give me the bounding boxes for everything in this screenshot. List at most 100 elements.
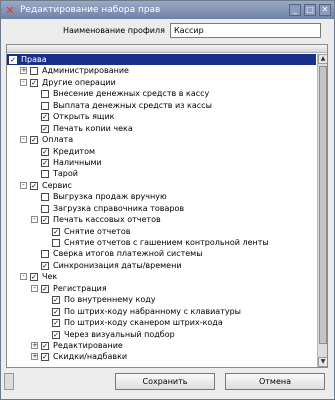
tree-item[interactable]: - ✓ Чек xyxy=(7,271,316,282)
tree-item-checkbox[interactable] xyxy=(41,90,49,99)
tree-item-checkbox[interactable]: ✓ xyxy=(30,78,38,87)
vertical-scrollbar[interactable]: ▲ ▼ xyxy=(317,54,327,367)
tree-header xyxy=(7,45,327,53)
tree-item-checkbox[interactable]: ✓ xyxy=(41,341,49,350)
tree-item[interactable]: - ✓ Оплата xyxy=(7,134,316,145)
tree-item-checkbox[interactable] xyxy=(52,239,60,247)
tree-item[interactable]: ✓ По штрих-коду набранному с клавиатуры xyxy=(7,306,316,317)
permissions-tree: ✓ Права + Администрирование - ✓ Другие операци… xyxy=(6,44,328,368)
tree-item-label: Редактирование xyxy=(53,340,123,350)
tree-item[interactable]: ✓ Снятие отчетов xyxy=(7,226,316,237)
tree-item[interactable]: - ✓ Сервис xyxy=(7,180,316,191)
tree-item-checkbox[interactable]: ✓ xyxy=(41,261,49,270)
tree-item-checkbox[interactable]: ✓ xyxy=(41,353,49,362)
tree-item[interactable]: + ✓ Редактирование xyxy=(7,340,316,351)
tree-item-label: По штрих-коду сканером штрих-кода xyxy=(64,318,223,328)
tree-item-label: Снятие отчетов xyxy=(64,226,131,236)
app-logo-icon[interactable]: ✕ xyxy=(4,4,16,17)
tree-item[interactable]: + ✓ Скидки/надбавки xyxy=(7,351,316,362)
tree-item-checkbox[interactable] xyxy=(41,170,49,179)
tree-item-checkbox[interactable] xyxy=(30,67,38,76)
tree-item[interactable]: - ✓ Регистрация xyxy=(7,283,316,294)
tree-item[interactable]: Снятие отчетов с гашением контрольной ле… xyxy=(7,237,316,248)
tree-item-label: Внесение денежных средств в кассу xyxy=(53,89,210,99)
collapse-icon[interactable]: - xyxy=(20,78,27,86)
tree-item-checkbox[interactable]: ✓ xyxy=(41,147,49,156)
tree-item[interactable]: ✓ Открыть ящик xyxy=(7,111,316,122)
profile-name-label: Наименование профиля xyxy=(63,26,165,35)
tree-item-checkbox[interactable]: ✓ xyxy=(41,158,49,167)
tree-item[interactable]: Тарой xyxy=(7,168,316,179)
tree-item-label: Синхронизация даты/времени xyxy=(53,260,182,270)
collapse-icon[interactable]: - xyxy=(20,273,27,281)
tree-item[interactable]: + Администрирование xyxy=(7,65,316,76)
title-bar[interactable]: ✕ Редактирование набора прав _ □ ✕ xyxy=(1,1,334,19)
tree-item-checkbox[interactable]: ✓ xyxy=(30,181,38,190)
tree-item-checkbox[interactable] xyxy=(41,204,49,213)
tree-item[interactable]: ✓ По внутреннему коду xyxy=(7,294,316,305)
tree-item-checkbox[interactable]: ✓ xyxy=(30,273,38,282)
collapse-icon[interactable]: - xyxy=(31,216,38,224)
tree-item-checkbox[interactable]: ✓ xyxy=(41,216,49,225)
profile-name-input[interactable] xyxy=(170,23,321,38)
tree-item-label: По внутреннему коду xyxy=(64,295,156,305)
tree-item[interactable]: Внесение денежных средств в кассу xyxy=(7,88,316,99)
tree-item[interactable]: ✓ Кредитом xyxy=(7,146,316,157)
tree-item-label: Через визуальный подбор xyxy=(64,329,175,339)
tree-item-checkbox[interactable] xyxy=(41,101,49,110)
tree-item[interactable]: Выгрузка продаж вручную xyxy=(7,191,316,202)
collapse-icon[interactable]: - xyxy=(20,136,27,144)
expand-icon[interactable]: + xyxy=(31,341,38,349)
dialog-window: ✕ Редактирование набора прав _ □ ✕ Наиме… xyxy=(0,0,335,400)
cancel-button[interactable]: Отмена xyxy=(225,373,325,390)
tree-item-checkbox[interactable]: ✓ xyxy=(41,124,49,133)
profile-row: Наименование профиля xyxy=(1,23,334,39)
tree-item-label: Сверка итогов платежной системы xyxy=(53,249,203,259)
tree-item-checkbox[interactable]: ✓ xyxy=(41,284,49,293)
tree-item[interactable]: ✓ Синхронизация даты/времени xyxy=(7,260,316,271)
tree-item[interactable]: ✓ Через визуальный подбор xyxy=(7,329,316,340)
tree-item-checkbox[interactable]: ✓ xyxy=(52,296,60,305)
tree-item-label: Регистрация xyxy=(53,283,107,293)
expand-icon[interactable]: + xyxy=(31,353,38,361)
tree-item-label: Оплата xyxy=(42,135,74,145)
tree-item-checkbox[interactable]: ✓ xyxy=(52,319,60,328)
minimize-icon[interactable]: _ xyxy=(289,4,301,16)
tree-item-label: Загрузка справочника товаров xyxy=(53,203,185,213)
maximize-icon[interactable]: □ xyxy=(304,4,316,16)
tree-item-checkbox[interactable]: ✓ xyxy=(30,136,38,145)
tree-item-checkbox[interactable]: ✓ xyxy=(52,307,60,316)
tree-item[interactable]: ✓ Права xyxy=(7,54,316,66)
tree-item[interactable]: ✓ Печать копии чека xyxy=(7,123,316,134)
tree-item-checkbox[interactable]: ✓ xyxy=(41,113,49,122)
tree-item-label: Выплата денежных средств из кассы xyxy=(53,100,212,110)
tree-item-checkbox[interactable] xyxy=(41,250,49,259)
tree-item-checkbox[interactable]: ✓ xyxy=(52,227,60,236)
arrow-down-icon[interactable]: ▼ xyxy=(318,357,327,367)
expand-icon[interactable]: + xyxy=(20,67,27,75)
arrow-up-icon[interactable]: ▲ xyxy=(318,54,327,64)
tree-item-label: Тарой xyxy=(53,169,78,179)
tree-item[interactable]: Выплата денежных средств из кассы xyxy=(7,100,316,111)
tree-item-checkbox[interactable] xyxy=(41,193,49,202)
tree-item-label: Скидки/надбавки xyxy=(53,352,128,362)
tree-item-checkbox[interactable]: ✓ xyxy=(9,56,17,64)
collapse-icon[interactable]: - xyxy=(20,181,27,189)
tree-item-label: Администрирование xyxy=(42,66,129,76)
tree-item[interactable]: ✓ По штрих-коду сканером штрих-кода xyxy=(7,317,316,328)
tree-item[interactable]: Загрузка справочника товаров xyxy=(7,203,316,214)
tree-item-checkbox[interactable]: ✓ xyxy=(52,330,60,339)
tree-item-label: Сервис xyxy=(42,180,72,190)
scrollbar-thumb[interactable] xyxy=(319,66,327,344)
tree-item[interactable]: - ✓ Другие операции xyxy=(7,77,316,88)
tree-item[interactable]: Сверка итогов платежной системы xyxy=(7,248,316,259)
tree-item-label: Снятие отчетов с гашением контрольной ле… xyxy=(64,238,269,247)
collapse-icon[interactable]: - xyxy=(31,284,38,292)
resize-grip xyxy=(4,373,14,390)
tree-item-label: Выгрузка продаж вручную xyxy=(53,192,167,202)
tree-item[interactable]: ✓ Наличными xyxy=(7,157,316,168)
tree-item[interactable]: - ✓ Печать кассовых отчетов xyxy=(7,214,316,225)
close-icon[interactable]: ✕ xyxy=(319,4,331,16)
save-button[interactable]: Сохранить xyxy=(115,373,215,390)
tree-body: ✓ Права + Администрирование - ✓ Другие операци… xyxy=(7,54,316,367)
